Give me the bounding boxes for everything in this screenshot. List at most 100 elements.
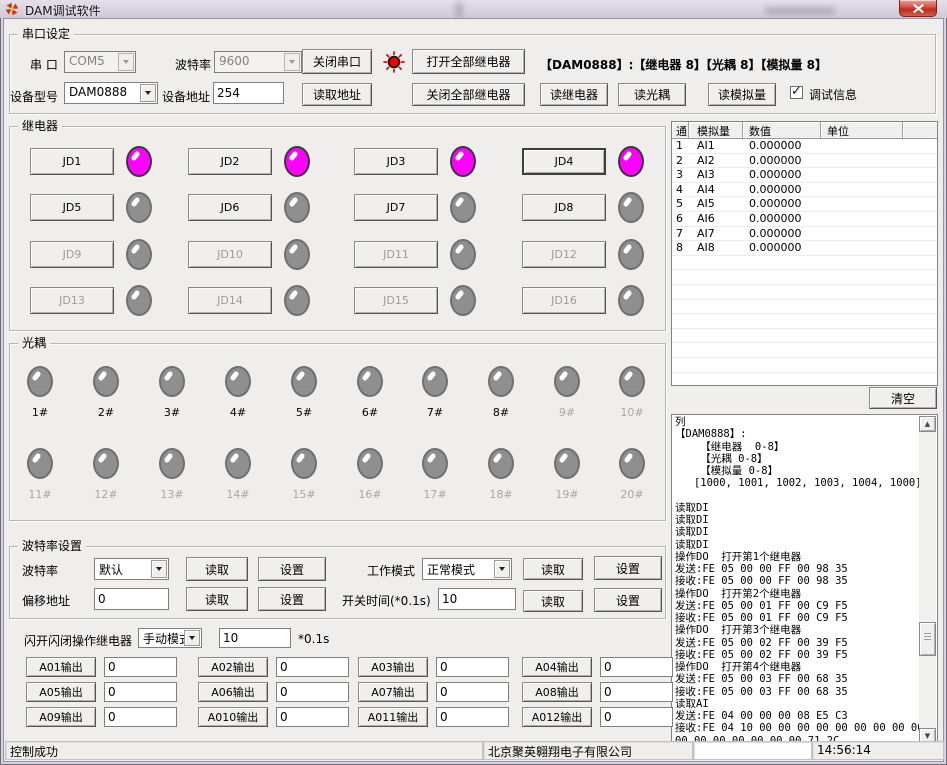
relay-group: 继电器 JD1JD2JD3JD4JD5JD6JD7JD8JD9JD10JD11J… <box>9 126 666 331</box>
analog-cell <box>743 329 821 343</box>
baud-setting-select[interactable]: 默认 <box>94 558 169 580</box>
output-button-2[interactable]: A02输出 <box>198 657 268 677</box>
analog-row-ai7[interactable]: 7AI70.000000 <box>672 227 937 242</box>
output-value-input-6[interactable] <box>276 682 349 702</box>
close-all-relays-button[interactable]: 关闭全部继电器 <box>412 83 525 106</box>
close-button[interactable] <box>899 0 937 17</box>
close-port-button[interactable]: 关闭串口 <box>302 49 372 74</box>
analog-cell <box>821 227 903 241</box>
baud-select[interactable]: 9600 <box>214 51 302 73</box>
baud-read-button[interactable]: 读取 <box>186 557 248 581</box>
output-button-5[interactable]: A05输出 <box>26 682 96 702</box>
read-analog-button[interactable]: 读模拟量 <box>708 83 776 106</box>
relay-button-jd9[interactable]: JD9 <box>30 241 114 268</box>
output-button-7[interactable]: A07输出 <box>358 682 428 702</box>
opto-led-off <box>554 448 580 479</box>
opto-led-off <box>619 448 645 479</box>
analog-row-ai1[interactable]: 1AI10.000000 <box>672 139 937 154</box>
relay-button-jd14[interactable]: JD14 <box>188 287 272 314</box>
relay-button-jd16[interactable]: JD16 <box>522 287 606 314</box>
analog-row-ai5[interactable]: 5AI50.000000 <box>672 197 937 212</box>
analog-row-empty <box>672 358 937 373</box>
model-select[interactable]: DAM0888 <box>64 82 158 104</box>
output-value-input-3[interactable] <box>436 657 509 677</box>
switch-set-button[interactable]: 设置 <box>594 588 662 612</box>
col-header-unit[interactable]: 单位 <box>821 122 903 139</box>
workmode-select[interactable]: 正常模式 <box>422 558 512 580</box>
output-value-input-5[interactable] <box>104 682 177 702</box>
col-header-channel[interactable]: 通 <box>672 122 689 139</box>
read-opto-button[interactable]: 读光耦 <box>618 83 686 106</box>
relay-button-jd15[interactable]: JD15 <box>354 287 438 314</box>
relay-button-jd7[interactable]: JD7 <box>354 194 438 221</box>
analog-cell: 0.000000 <box>743 168 821 182</box>
offset-read-button[interactable]: 读取 <box>186 587 248 611</box>
switch-read-button[interactable]: 读取 <box>523 590 583 612</box>
analog-cell <box>743 300 821 314</box>
debug-info-checkbox[interactable] <box>790 86 803 99</box>
log-scrollbar[interactable]: ▲ ▼ <box>919 416 936 744</box>
opto-label: 7# <box>427 406 443 419</box>
col-header-value[interactable]: 数值 <box>743 122 821 139</box>
offset-addr-input[interactable] <box>94 588 169 610</box>
output-button-12[interactable]: A012输出 <box>522 707 592 727</box>
col-header-analog[interactable]: 模拟量 <box>689 122 743 139</box>
output-value-input-2[interactable] <box>276 657 349 677</box>
relay-button-jd12[interactable]: JD12 <box>522 241 606 268</box>
analog-row-ai6[interactable]: 6AI60.000000 <box>672 212 937 227</box>
output-button-4[interactable]: A04输出 <box>522 657 592 677</box>
device-addr-input[interactable] <box>213 82 284 104</box>
relay-button-jd2[interactable]: JD2 <box>188 148 272 175</box>
clear-log-button[interactable]: 清空 <box>869 387 937 409</box>
output-button-1[interactable]: A01输出 <box>26 657 96 677</box>
relay-button-jd4[interactable]: JD4 <box>522 148 606 175</box>
opto-cell: 4# <box>216 366 260 419</box>
relay-button-jd13[interactable]: JD13 <box>30 287 114 314</box>
opto-label: 1# <box>32 406 48 419</box>
workmode-read-button[interactable]: 读取 <box>523 558 583 580</box>
output-button-11[interactable]: A011输出 <box>358 707 428 727</box>
output-value-input-1[interactable] <box>104 657 177 677</box>
analog-cell <box>903 183 937 197</box>
relay-button-jd5[interactable]: JD5 <box>30 194 114 221</box>
baud-set-button[interactable]: 设置 <box>258 557 326 581</box>
opto-label: 18# <box>489 488 512 501</box>
flash-time-input[interactable] <box>219 628 291 648</box>
relay-button-jd6[interactable]: JD6 <box>188 194 272 221</box>
output-value-input-8[interactable] <box>600 682 673 702</box>
analog-cell: AI2 <box>689 154 743 168</box>
analog-row-ai8[interactable]: 8AI80.000000 <box>672 241 937 256</box>
analog-row-ai3[interactable]: 3AI30.000000 <box>672 168 937 183</box>
relay-button-jd10[interactable]: JD10 <box>188 241 272 268</box>
output-value-input-7[interactable] <box>436 682 509 702</box>
analog-row-ai2[interactable]: 2AI20.000000 <box>672 154 937 169</box>
output-value-input-11[interactable] <box>436 707 509 727</box>
output-button-8[interactable]: A08输出 <box>522 682 592 702</box>
flash-mode-select[interactable]: 手动模式 <box>138 628 202 648</box>
port-select[interactable]: COM5 <box>64 51 136 73</box>
workmode-set-button[interactable]: 设置 <box>594 556 662 580</box>
relay-button-jd3[interactable]: JD3 <box>354 148 438 175</box>
scrollbar-thumb[interactable] <box>919 622 936 656</box>
debug-log-panel[interactable]: 列 【DAM0888】: 【继电器 0-8】 【光耦 0-8】 【模拟量 0-8… <box>671 414 938 746</box>
read-addr-button[interactable]: 读取地址 <box>302 83 372 106</box>
output-value-input-4[interactable] <box>600 657 673 677</box>
relay-button-jd11[interactable]: JD11 <box>354 241 438 268</box>
output-button-3[interactable]: A03输出 <box>358 657 428 677</box>
output-button-9[interactable]: A09输出 <box>26 707 96 727</box>
offset-set-button[interactable]: 设置 <box>258 587 326 611</box>
analog-cell <box>903 270 937 284</box>
output-value-input-10[interactable] <box>276 707 349 727</box>
read-relay-button[interactable]: 读继电器 <box>540 83 608 106</box>
scroll-up-icon[interactable]: ▲ <box>919 416 936 432</box>
open-all-relays-button[interactable]: 打开全部继电器 <box>412 49 525 74</box>
switch-time-input[interactable] <box>438 588 516 610</box>
analog-row-ai4[interactable]: 4AI40.000000 <box>672 183 937 198</box>
analog-cell <box>903 343 937 357</box>
relay-button-jd8[interactable]: JD8 <box>522 194 606 221</box>
relay-button-jd1[interactable]: JD1 <box>30 148 114 175</box>
output-value-input-9[interactable] <box>104 707 177 727</box>
output-value-input-12[interactable] <box>600 707 673 727</box>
output-button-10[interactable]: A010输出 <box>198 707 268 727</box>
output-button-6[interactable]: A06输出 <box>198 682 268 702</box>
